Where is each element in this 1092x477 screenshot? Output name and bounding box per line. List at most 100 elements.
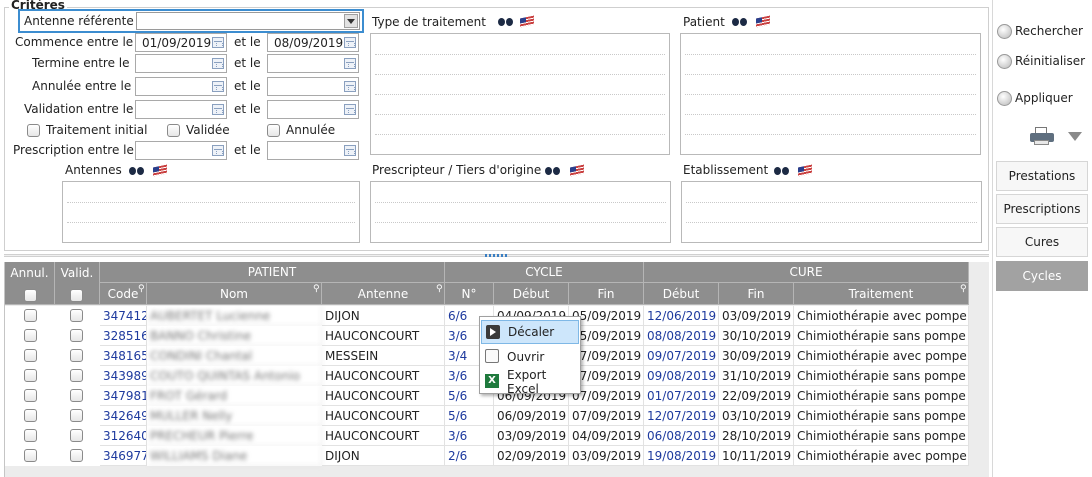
calendar-icon[interactable] — [344, 58, 356, 69]
row-annul-checkbox[interactable] — [24, 449, 37, 462]
calendar-icon[interactable] — [344, 81, 356, 92]
cell-code[interactable]: 348165 — [100, 346, 147, 366]
row-valid-checkbox[interactable] — [70, 369, 83, 382]
menu-item-ouvrir[interactable]: Ouvrir — [481, 345, 579, 369]
validation-to-input[interactable] — [267, 100, 359, 119]
row-valid-checkbox[interactable] — [70, 309, 83, 322]
cell-cure-debut[interactable]: 09/07/2019 — [644, 346, 719, 366]
reset-button[interactable]: Réinitialiser — [997, 54, 1085, 69]
tab-prescriptions[interactable]: Prescriptions — [996, 194, 1088, 224]
cell-cure-debut[interactable]: 12/07/2019 — [644, 406, 719, 426]
cell-num[interactable]: 2/6 — [445, 446, 494, 466]
termine-from-input[interactable] — [135, 54, 227, 73]
column-cure-debut[interactable]: Début — [644, 283, 719, 305]
splitter-grip-icon[interactable] — [485, 254, 507, 257]
cell-num[interactable]: 3/6 — [445, 426, 494, 446]
prescription-from-input[interactable] — [135, 141, 227, 160]
type-traitement-list[interactable] — [370, 33, 670, 155]
row-valid-checkbox[interactable] — [70, 409, 83, 422]
row-valid-checkbox[interactable] — [70, 329, 83, 342]
validation-from-input[interactable] — [135, 100, 227, 119]
search-button[interactable]: Rechercher — [997, 24, 1083, 39]
etablissement-list[interactable] — [681, 181, 982, 243]
binoculars-icon[interactable] — [774, 165, 790, 176]
filter-icon[interactable]: ⚲ — [313, 284, 320, 294]
cell-num[interactable]: 5/6 — [445, 406, 494, 426]
calendar-icon[interactable] — [212, 145, 224, 156]
calendar-icon[interactable] — [344, 37, 356, 48]
calendar-icon[interactable] — [212, 37, 224, 48]
antenne-referente-select[interactable] — [136, 12, 360, 30]
column-fin[interactable]: Fin — [569, 283, 644, 305]
tab-prestations[interactable]: Prestations — [996, 161, 1088, 191]
cell-code[interactable]: 347412 — [100, 306, 147, 326]
cell-cure-debut[interactable]: 01/07/2019 — [644, 386, 719, 406]
row-annul-checkbox[interactable] — [24, 369, 37, 382]
tab-cures[interactable]: Cures — [996, 227, 1088, 257]
print-dropdown-icon[interactable] — [1068, 132, 1082, 141]
menu-item-export-excel[interactable]: X Export Excel — [481, 368, 579, 396]
apply-button[interactable]: Appliquer — [997, 91, 1073, 106]
column-nom[interactable]: Nom — [147, 283, 322, 305]
row-valid-checkbox[interactable] — [70, 429, 83, 442]
termine-to-input[interactable] — [267, 54, 359, 73]
cell-code[interactable]: 346977 — [100, 446, 147, 466]
row-annul-checkbox[interactable] — [24, 329, 37, 342]
column-antenne[interactable]: Antenne — [322, 283, 445, 305]
annulee-checkbox[interactable] — [267, 124, 280, 137]
filter-icon[interactable]: ⚲ — [960, 284, 967, 294]
calendar-icon[interactable] — [344, 145, 356, 156]
binoculars-icon[interactable] — [129, 165, 145, 176]
row-annul-checkbox[interactable] — [24, 309, 37, 322]
menu-item-decaler[interactable]: Décaler — [481, 320, 579, 344]
cell-cure-debut[interactable]: 06/08/2019 — [644, 426, 719, 446]
row-annul-checkbox[interactable] — [24, 409, 37, 422]
cell-cure-debut[interactable]: 08/08/2019 — [644, 326, 719, 346]
row-valid-checkbox[interactable] — [70, 449, 83, 462]
antennes-list[interactable] — [62, 181, 360, 243]
select-all-valid-checkbox[interactable] — [70, 289, 83, 302]
row-valid-checkbox[interactable] — [70, 389, 83, 402]
calendar-icon[interactable] — [212, 104, 224, 115]
column-cure-fin[interactable]: Fin — [719, 283, 794, 305]
cell-code[interactable]: 343989 — [100, 366, 147, 386]
calendar-icon[interactable] — [212, 58, 224, 69]
printer-icon[interactable] — [1030, 127, 1054, 145]
row-valid-checkbox[interactable] — [70, 349, 83, 362]
column-num[interactable]: N° — [445, 283, 494, 305]
prescripteur-list[interactable] — [370, 181, 671, 243]
row-annul-checkbox[interactable] — [24, 429, 37, 442]
antenne-referente-field[interactable]: Antenne référente — [18, 9, 364, 33]
cell-debut: 06/09/2019 — [494, 406, 569, 426]
annulee-to-input[interactable] — [267, 77, 359, 96]
select-all-annul-checkbox[interactable] — [24, 289, 37, 302]
binoculars-icon[interactable] — [545, 165, 561, 176]
binoculars-icon[interactable] — [498, 16, 514, 27]
row-annul-checkbox[interactable] — [24, 349, 37, 362]
traitement-initial-checkbox[interactable] — [27, 124, 40, 137]
row-annul-checkbox[interactable] — [24, 389, 37, 402]
annulee-from-input[interactable] — [135, 77, 227, 96]
chevron-down-icon[interactable] — [344, 14, 358, 28]
commence-to-input[interactable]: 08/09/2019 — [267, 33, 359, 52]
filter-icon[interactable]: ⚲ — [138, 284, 145, 294]
column-traitement[interactable]: Traitement — [794, 283, 969, 305]
binoculars-icon[interactable] — [732, 16, 748, 27]
column-debut[interactable]: Début — [494, 283, 569, 305]
prescription-to-input[interactable] — [267, 141, 359, 160]
cell-cure-debut[interactable]: 19/08/2019 — [644, 446, 719, 466]
cell-code[interactable]: 342649 — [100, 406, 147, 426]
cell-code[interactable]: 312640 — [100, 426, 147, 446]
excel-icon: X — [485, 374, 499, 388]
filter-icon[interactable]: ⚲ — [436, 284, 443, 294]
cell-code[interactable]: 347981 — [100, 386, 147, 406]
tab-cycles[interactable]: Cycles — [996, 261, 1088, 291]
patient-list[interactable] — [680, 33, 981, 155]
cell-cure-debut[interactable]: 09/08/2019 — [644, 366, 719, 386]
validee-checkbox[interactable] — [167, 124, 180, 137]
cell-cure-debut[interactable]: 12/06/2019 — [644, 306, 719, 326]
cell-code[interactable]: 328516 — [100, 326, 147, 346]
commence-from-input[interactable]: 01/09/2019 — [135, 33, 227, 52]
calendar-icon[interactable] — [344, 104, 356, 115]
calendar-icon[interactable] — [212, 81, 224, 92]
